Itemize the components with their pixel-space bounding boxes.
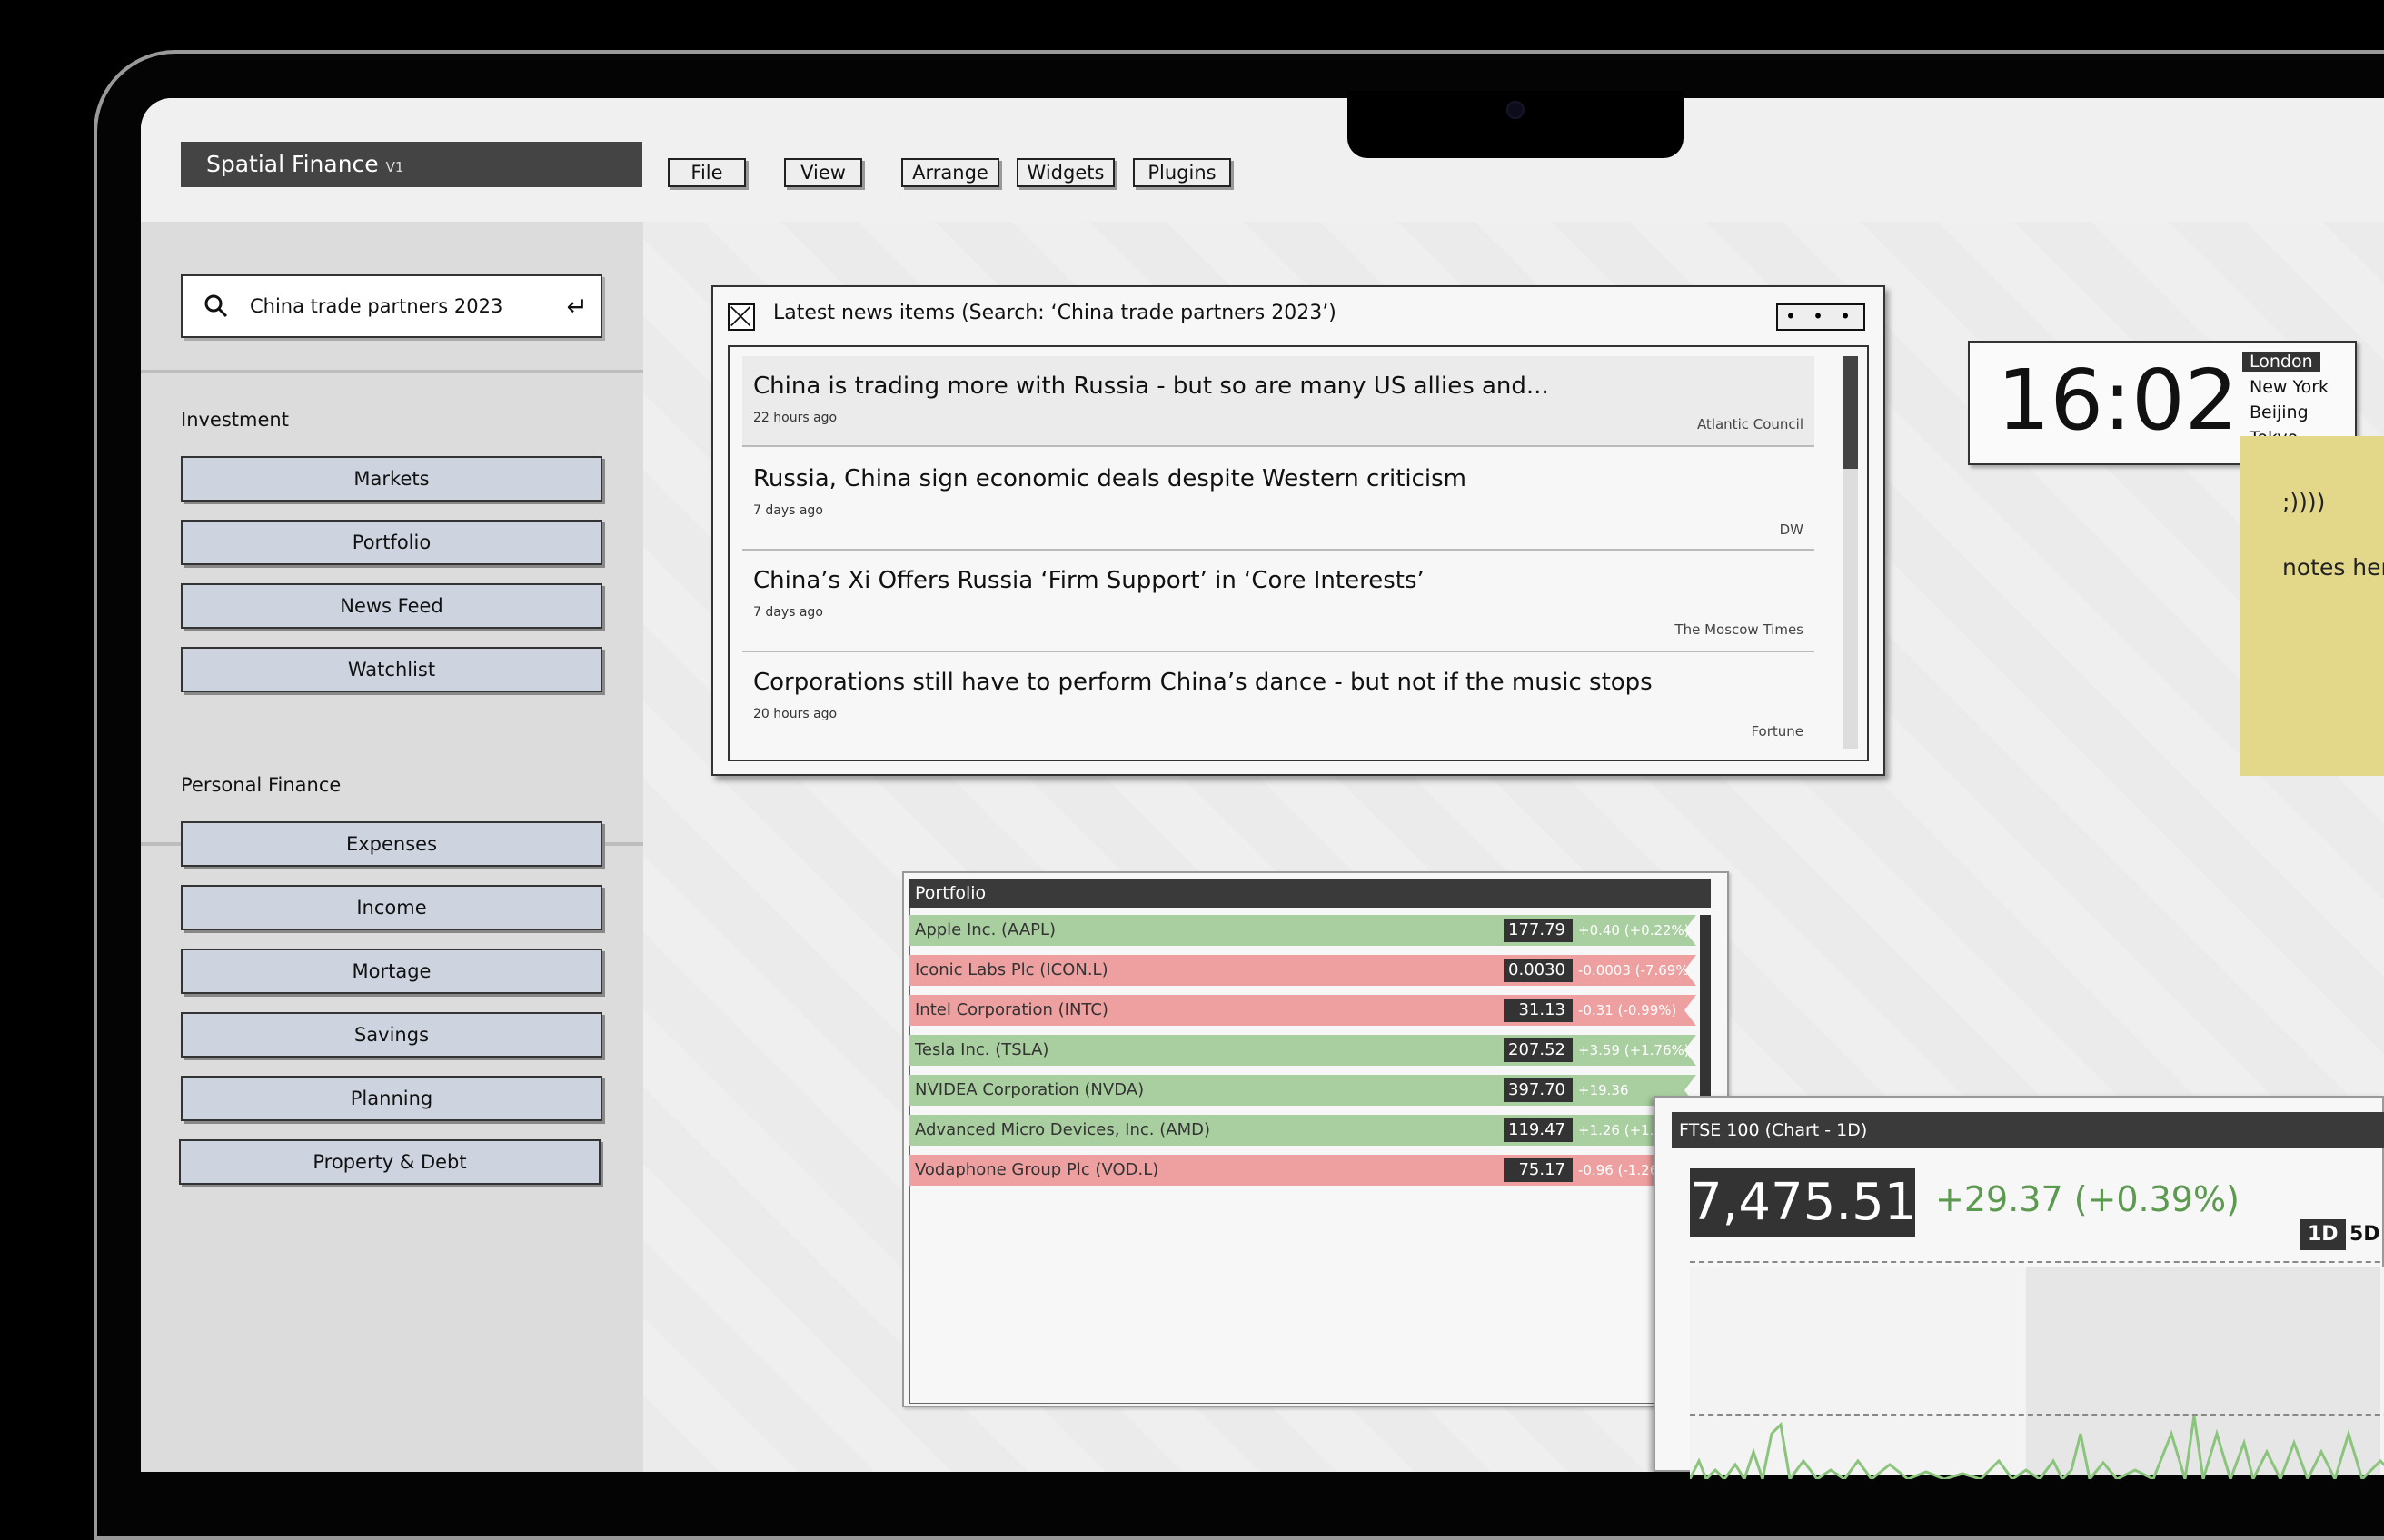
- news-item[interactable]: Corporations still have to perform China…: [742, 652, 1814, 754]
- sidebar-divider: [141, 370, 643, 373]
- clock-time: 16:02: [1997, 352, 2239, 449]
- camera-icon: [1506, 101, 1525, 119]
- menu-file[interactable]: File: [668, 158, 746, 187]
- stock-name: Tesla Inc. (TSLA): [915, 1040, 1049, 1059]
- stock-change: +0.40 (+0.22%): [1578, 922, 1690, 939]
- portfolio-row[interactable]: Apple Inc. (AAPL) 177.79 +0.40 (+0.22%): [909, 915, 1696, 946]
- search-value: China trade partners 2023: [250, 295, 503, 317]
- stock-price: 31.13: [1504, 999, 1573, 1022]
- scrollbar-thumb[interactable]: [1843, 356, 1858, 469]
- stock-change: -0.31 (-0.99%): [1578, 1002, 1677, 1018]
- more-options-button[interactable]: • • •: [1776, 303, 1865, 331]
- news-headline: Russia, China sign economic deals despit…: [753, 465, 1467, 492]
- menu-arrange[interactable]: Arrange: [901, 158, 999, 187]
- close-icon[interactable]: [728, 303, 755, 331]
- news-source: The Moscow Times: [1674, 621, 1803, 638]
- stock-name: NVIDEA Corporation (NVDA): [915, 1080, 1145, 1099]
- city-new-york[interactable]: New York: [2242, 377, 2336, 397]
- stock-price: 397.70: [1504, 1078, 1573, 1102]
- news-widget: Latest news items (Search: ‘China trade …: [711, 285, 1885, 776]
- menu-widgets[interactable]: Widgets: [1017, 158, 1115, 187]
- section-title-personal-finance: Personal Finance: [181, 774, 342, 796]
- enter-icon[interactable]: ↵: [567, 289, 588, 325]
- news-source: Atlantic Council: [1696, 416, 1803, 432]
- city-london[interactable]: London: [2242, 352, 2320, 372]
- nav-portfolio[interactable]: Portfolio: [181, 520, 602, 565]
- news-source: Fortune: [1751, 723, 1803, 740]
- nav-planning[interactable]: Planning: [181, 1076, 602, 1121]
- price-line: [1690, 1415, 2384, 1479]
- ftse-title: FTSE 100 (Chart - 1D): [1672, 1112, 2384, 1148]
- timeframe-1d[interactable]: 1D: [2300, 1219, 2346, 1250]
- chart-gridline: [1690, 1261, 2384, 1263]
- menu-view[interactable]: View: [784, 158, 862, 187]
- stock-price: 0.0030: [1504, 959, 1573, 982]
- stock-name: Intel Corporation (INTC): [915, 1000, 1108, 1019]
- stock-price: 119.47: [1504, 1118, 1573, 1142]
- search-input[interactable]: China trade partners 2023 ↵: [181, 274, 602, 338]
- news-time: 7 days ago: [753, 605, 823, 620]
- news-headline: China’s Xi Offers Russia ‘Firm Support’ …: [753, 567, 1425, 594]
- stock-name: Apple Inc. (AAPL): [915, 920, 1057, 939]
- news-list: China is trading more with Russia - but …: [728, 345, 1869, 761]
- news-time: 22 hours ago: [753, 411, 838, 425]
- stock-name: Iconic Labs Plc (ICON.L): [915, 960, 1108, 979]
- sidebar: China trade partners 2023 ↵ Investment M…: [141, 222, 643, 1472]
- nav-property-debt[interactable]: Property & Debt: [179, 1139, 601, 1185]
- nav-income[interactable]: Income: [181, 885, 602, 930]
- title-bar: Spatial Finance V1 File View Arrange Widg…: [141, 98, 2384, 222]
- nav-markets[interactable]: Markets: [181, 456, 602, 502]
- news-source: DW: [1779, 522, 1803, 538]
- ftse-chart-widget: FTSE 100 (Chart - 1D) 7,475.51 +29.37 (+…: [1654, 1096, 2384, 1479]
- news-headline: Corporations still have to perform China…: [753, 669, 1653, 696]
- sticky-note[interactable]: ;)))) notes her: [2240, 436, 2384, 776]
- portfolio-row[interactable]: Intel Corporation (INTC) 31.13 -0.31 (-0.9…: [909, 995, 1696, 1026]
- stock-change: -0.0003 (-7.69%): [1578, 962, 1694, 979]
- nav-savings[interactable]: Savings: [181, 1012, 602, 1058]
- note-line: notes her: [2282, 554, 2384, 581]
- portfolio-widget: Portfolio Apple Inc. (AAPL) 177.79 +0.40 (…: [902, 871, 1729, 1411]
- timeframe-5d[interactable]: 5D: [2342, 1219, 2384, 1250]
- note-line: ;)))): [2282, 489, 2326, 515]
- nav-news-feed[interactable]: News Feed: [181, 583, 602, 629]
- portfolio-row[interactable]: Iconic Labs Plc (ICON.L) 0.0030 -0.0003 (-…: [909, 955, 1696, 986]
- portfolio-row[interactable]: NVIDEA Corporation (NVDA)397.70+19.36 (+…: [909, 1075, 1696, 1106]
- stock-name: Vodaphone Group Plc (VOD.L): [915, 1160, 1159, 1179]
- stock-price: 207.52: [1504, 1038, 1573, 1062]
- news-time: 7 days ago: [753, 503, 823, 518]
- news-time: 20 hours ago: [753, 707, 838, 721]
- nav-mortage[interactable]: Mortage: [181, 949, 602, 994]
- portfolio-row[interactable]: Advanced Micro Devices, Inc. (AMD) 119.47…: [909, 1115, 1696, 1146]
- section-title-investment: Investment: [181, 409, 289, 431]
- news-item[interactable]: China’s Xi Offers Russia ‘Firm Support’ …: [742, 551, 1814, 652]
- stock-change: +3.59 (+1.76%): [1578, 1042, 1690, 1058]
- menu-plugins[interactable]: Plugins: [1133, 158, 1231, 187]
- app-name: Spatial Finance: [206, 151, 379, 177]
- app-version: V1: [385, 159, 404, 175]
- stock-price: 75.17: [1504, 1158, 1573, 1182]
- app-title: Spatial Finance V1: [181, 142, 642, 187]
- portfolio-row[interactable]: Vodaphone Group Plc (VOD.L) 75.17 -0.96 (-…: [909, 1155, 1696, 1186]
- news-item[interactable]: Russia, China sign economic deals despit…: [742, 449, 1814, 551]
- news-title: Latest news items (Search: ‘China trade …: [773, 302, 1336, 324]
- city-beijing[interactable]: Beijing: [2242, 402, 2316, 422]
- news-item[interactable]: China is trading more with Russia - but …: [742, 356, 1814, 447]
- ftse-price: 7,475.51: [1690, 1168, 1916, 1237]
- portfolio-title: Portfolio: [909, 879, 1711, 908]
- stock-price: 177.79: [1504, 919, 1573, 942]
- news-headline: China is trading more with Russia - but …: [753, 373, 1549, 400]
- search-icon: [204, 294, 228, 318]
- nav-watchlist[interactable]: Watchlist: [181, 647, 602, 692]
- portfolio-row[interactable]: Tesla Inc. (TSLA) 207.52 +3.59 (+1.76%): [909, 1035, 1696, 1066]
- stock-name: Advanced Micro Devices, Inc. (AMD): [915, 1120, 1210, 1139]
- nav-expenses[interactable]: Expenses: [181, 821, 602, 867]
- ftse-change: +29.37 (+0.39%): [1935, 1179, 2240, 1219]
